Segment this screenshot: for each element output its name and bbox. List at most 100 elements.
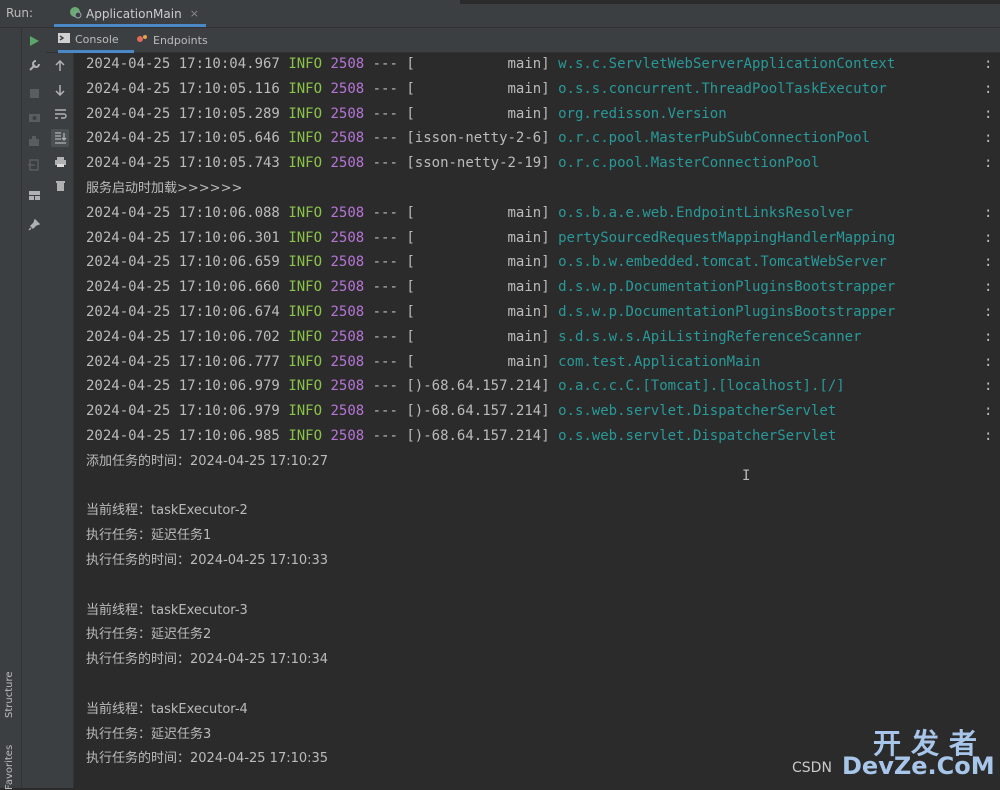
exit-icon[interactable] — [25, 156, 43, 174]
log-plain-text: 执行任务：延迟任务3 — [86, 726, 212, 742]
log-colon: : — [984, 353, 993, 370]
log-separator: --- — [372, 279, 398, 296]
log-separator: --- — [372, 105, 398, 122]
log-colon: : — [984, 130, 993, 147]
log-thread: [sson-netty-2-19] — [406, 155, 550, 172]
log-thread: [)-68.64.157.214] — [406, 378, 550, 395]
console-output[interactable]: 2024-04-25 17:10:04.967 INFO 2508 --- [ … — [74, 53, 1000, 788]
log-logger: s.d.s.w.s.ApiListingReferenceScanner — [558, 328, 862, 345]
console-line: 2024-04-25 17:10:06.777 INFO 2508 --- [ … — [86, 351, 992, 373]
tab-console-label: Console — [75, 32, 119, 46]
structure-tool-button[interactable]: Structure — [4, 671, 15, 718]
endpoints-icon — [136, 33, 148, 48]
log-level: INFO — [288, 56, 323, 72]
log-timestamp: 2024-04-25 17:10:04.967 — [86, 56, 280, 72]
log-level: INFO — [288, 80, 323, 97]
log-level: INFO — [288, 105, 323, 122]
run-toolbar — [22, 28, 46, 788]
log-colon: : — [984, 403, 993, 420]
log-colon: : — [984, 304, 993, 320]
log-thread: [ main] — [406, 229, 550, 246]
log-timestamp: 2024-04-25 17:10:06.301 — [86, 229, 280, 246]
log-pid: 2508 — [330, 279, 365, 296]
log-pid: 2508 — [330, 304, 365, 320]
log-separator: --- — [372, 229, 398, 246]
log-plain-text: 执行任务：延迟任务1 — [86, 528, 212, 544]
log-timestamp: 2024-04-25 17:10:06.702 — [86, 328, 280, 345]
log-separator: --- — [372, 155, 398, 172]
log-plain-text: 当前线程：taskExecutor-4 — [86, 701, 248, 717]
log-logger: o.s.web.servlet.DispatcherServlet — [558, 428, 837, 444]
tab-endpoints[interactable]: Endpoints — [136, 28, 210, 53]
tab-endpoints-label: Endpoints — [153, 34, 208, 47]
log-separator: --- — [372, 353, 398, 370]
log-level: INFO — [288, 378, 323, 395]
log-separator: --- — [372, 328, 398, 345]
log-plain-text: 执行任务：延迟任务2 — [86, 627, 212, 643]
console-line: 当前线程：taskExecutor-2 — [86, 499, 248, 521]
console-line: 2024-04-25 17:10:06.979 INFO 2508 --- [)… — [86, 375, 992, 397]
print-icon[interactable] — [51, 153, 69, 171]
trash-icon[interactable] — [51, 177, 69, 195]
log-logger: o.s.web.servlet.DispatcherServlet — [558, 403, 837, 420]
log-separator: --- — [372, 56, 398, 72]
log-separator: --- — [372, 403, 398, 420]
rerun-icon[interactable] — [25, 32, 43, 50]
log-timestamp: 2024-04-25 17:10:05.116 — [86, 80, 280, 97]
console-line: 执行任务的时间：2024-04-25 17:10:35 — [86, 747, 328, 769]
log-separator: --- — [372, 80, 398, 97]
log-separator: --- — [372, 204, 398, 221]
log-level: INFO — [288, 428, 323, 444]
log-level: INFO — [288, 304, 323, 320]
log-timestamp: 2024-04-25 17:10:06.088 — [86, 204, 280, 221]
log-thread: [ main] — [406, 254, 550, 271]
console-line: 2024-04-25 17:10:06.985 INFO 2508 --- [)… — [86, 425, 992, 447]
arrow-down-icon[interactable] — [51, 81, 69, 99]
favorites-tool-button[interactable]: Favorites — [4, 745, 15, 790]
layout-icon[interactable] — [25, 186, 43, 204]
log-separator: --- — [372, 254, 398, 271]
log-timestamp: 2024-04-25 17:10:06.659 — [86, 254, 280, 271]
console-line: 2024-04-25 17:10:06.979 INFO 2508 --- [)… — [86, 400, 992, 422]
tab-console[interactable]: Console — [58, 28, 134, 53]
plugin-icon[interactable] — [25, 132, 43, 150]
soft-wrap-icon[interactable] — [51, 105, 69, 123]
console-line: 执行任务的时间：2024-04-25 17:10:33 — [86, 549, 328, 571]
log-plain-text: 执行任务的时间：2024-04-25 17:10:35 — [86, 751, 329, 767]
log-timestamp: 2024-04-25 17:10:06.985 — [86, 428, 280, 444]
log-logger: com.test.ApplicationMain — [558, 353, 761, 370]
scroll-to-end-icon[interactable] — [51, 129, 69, 147]
wrench-icon[interactable] — [25, 56, 43, 74]
log-logger: org.redisson.Version — [558, 105, 727, 122]
console-line: 2024-04-25 17:10:04.967 INFO 2508 --- [ … — [86, 53, 992, 75]
close-icon[interactable]: × — [190, 7, 199, 20]
console-line: 2024-04-25 17:10:05.116 INFO 2508 --- [ … — [86, 78, 992, 100]
arrow-up-icon[interactable] — [51, 57, 69, 75]
run-tab-application-main[interactable]: ApplicationMain × — [54, 3, 206, 27]
log-timestamp: 2024-04-25 17:10:06.979 — [86, 403, 280, 420]
log-pid: 2508 — [330, 378, 365, 395]
log-timestamp: 2024-04-25 17:10:06.777 — [86, 353, 280, 370]
console-line: 2024-04-25 17:10:06.674 INFO 2508 --- [ … — [86, 301, 992, 323]
camera-icon[interactable] — [25, 108, 43, 126]
log-colon: : — [984, 428, 993, 444]
log-thread: [ main] — [406, 304, 550, 320]
log-separator: --- — [372, 428, 398, 444]
log-pid: 2508 — [330, 204, 365, 221]
console-line: 2024-04-25 17:10:06.088 INFO 2508 --- [ … — [86, 202, 992, 224]
log-level: INFO — [288, 279, 323, 296]
log-level: INFO — [288, 204, 323, 221]
log-thread: [ main] — [406, 279, 550, 296]
log-thread: [ main] — [406, 105, 550, 122]
editor-peek — [460, 0, 1000, 4]
stop-icon[interactable] — [25, 84, 43, 102]
run-label: Run: — [6, 6, 34, 20]
console-line: 2024-04-25 17:10:06.660 INFO 2508 --- [ … — [86, 276, 992, 298]
log-thread: [)-68.64.157.214] — [406, 403, 550, 420]
log-level: INFO — [288, 155, 323, 172]
run-tab-title: ApplicationMain — [86, 6, 182, 21]
log-logger: d.s.w.p.DocumentationPluginsBootstrapper — [558, 279, 896, 296]
run-tool-window-header: Run: ApplicationMain × — [0, 0, 1000, 28]
pin-icon[interactable] — [25, 216, 43, 234]
log-colon: : — [984, 56, 993, 72]
